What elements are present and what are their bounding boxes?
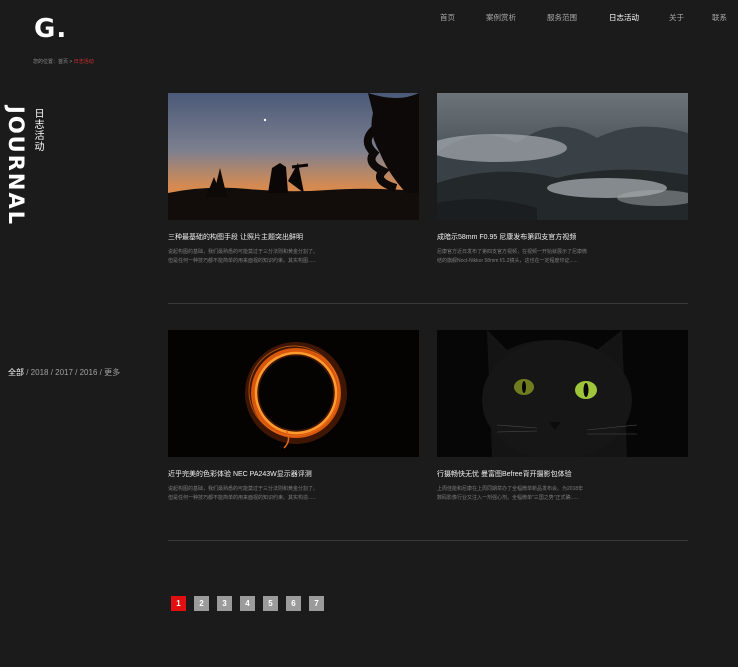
article-title[interactable]: 成暗示58mm F0.95 尼康发布第四支官方视频 <box>437 232 688 242</box>
page-button-2[interactable]: 2 <box>194 596 209 611</box>
page-button-1[interactable]: 1 <box>171 596 186 611</box>
page-button-4[interactable]: 4 <box>240 596 255 611</box>
light-ring-image <box>168 330 419 457</box>
article-card[interactable]: 近乎完美的色彩体验 NEC PA243W显示器评测 说起构图的基础，我们最熟悉的… <box>168 330 419 503</box>
filter-2016[interactable]: 2016 <box>80 368 98 377</box>
filter-2018[interactable]: 2018 <box>31 368 49 377</box>
filter-all[interactable]: 全部 <box>8 368 24 377</box>
breadcrumb-current: 日志活动 <box>73 59 94 65</box>
page-button-7[interactable]: 7 <box>309 596 324 611</box>
section-title-cn: 日志活动 <box>32 108 43 152</box>
page-button-5[interactable]: 5 <box>263 596 278 611</box>
article-card[interactable]: 行摄畅快无忧 曼富图Befree背开摄影包体验 上周佳能和尼康在上周同期举办了全… <box>437 330 688 503</box>
nav-item-about[interactable]: 关于 <box>669 12 684 23</box>
article-excerpt-line: 说起构图的基础，我们最熟悉的可能莫过于三分法则和黄金分割了。 <box>168 249 319 255</box>
black-cat-image <box>437 330 688 457</box>
breadcrumb-home[interactable]: 首页 <box>58 59 68 65</box>
article-card[interactable]: 三种最基础的构图手段 让照片主题突出鲜明 说起构图的基础，我们最熟悉的可能莫过于… <box>168 93 419 266</box>
article-excerpt-line: 数码影像行业又注入一剂强心剂。全幅微单"三国之势"正式确...... <box>437 495 579 501</box>
article-title[interactable]: 三种最基础的构图手段 让照片主题突出鲜明 <box>168 232 419 242</box>
misty-mountains-image <box>437 93 688 220</box>
article-excerpt-line: 说起构图的基础，我们最熟悉的可能莫过于三分法则和黄金分割了。 <box>168 486 319 492</box>
breadcrumb-prefix: 您的位置： <box>33 59 59 65</box>
article-thumbnail-mountains[interactable] <box>437 93 688 220</box>
breadcrumb: 您的位置：首页 > 日志活动 <box>33 58 94 65</box>
article-title[interactable]: 近乎完美的色彩体验 NEC PA243W显示器评测 <box>168 469 419 479</box>
nav-item-services[interactable]: 服务范围 <box>547 12 577 23</box>
row-divider <box>168 540 688 541</box>
page-button-6[interactable]: 6 <box>286 596 301 611</box>
article-thumbnail-cat[interactable] <box>437 330 688 457</box>
sunset-photographer-image <box>168 93 419 220</box>
nav-item-journal[interactable]: 日志活动 <box>609 12 639 23</box>
article-title[interactable]: 行摄畅快无忧 曼富图Befree背开摄影包体验 <box>437 469 688 479</box>
article-excerpt: 尼康官方近日发布了第四支官方视频，在视频一开始就展示了尼康微 结的旗舰Noct-… <box>437 248 627 266</box>
nav-item-home[interactable]: 首页 <box>440 12 455 23</box>
nav-item-contact[interactable]: 联系 <box>712 12 727 23</box>
filter-2017[interactable]: 2017 <box>55 368 73 377</box>
article-excerpt-line: 但是任何一种技巧都不能简单的用来面视的知识约束。其实构图...... <box>168 258 317 264</box>
year-filter: 全部 / 2018 / 2017 / 2016 / 更多 <box>8 367 120 378</box>
filter-separator: / <box>24 368 31 377</box>
article-thumbnail-sunset[interactable] <box>168 93 419 220</box>
page-button-3[interactable]: 3 <box>217 596 232 611</box>
article-excerpt: 上周佳能和尼康在上周同期举办了全幅微单新品发布会。为2018年 数码影像行业又注… <box>437 485 627 503</box>
article-excerpt: 说起构图的基础，我们最熟悉的可能莫过于三分法则和黄金分割了。 但是任何一种技巧都… <box>168 248 358 266</box>
article-card[interactable]: 成暗示58mm F0.95 尼康发布第四支官方视频 尼康官方近日发布了第四支官方… <box>437 93 688 266</box>
article-excerpt-line: 结的旗舰Noct-Nikkor 58mm f/1.2镜头，这也在一定程度印证..… <box>437 258 578 264</box>
article-excerpt-line: 尼康官方近日发布了第四支官方视频，在视频一开始就展示了尼康微 <box>437 249 588 255</box>
row-divider <box>168 303 688 304</box>
filter-more[interactable]: 更多 <box>104 368 120 377</box>
article-thumbnail-light-ring[interactable] <box>168 330 419 457</box>
filter-separator: / <box>72 368 80 377</box>
nav-item-cases[interactable]: 案例赏析 <box>486 12 516 23</box>
section-title-en: JOURNAL <box>4 106 28 227</box>
article-excerpt-line: 但是任何一种技巧都不能简单的用来面视的知识约束。其实构造...... <box>168 495 317 501</box>
article-excerpt-line: 上周佳能和尼康在上周同期举办了全幅微单新品发布会。为2018年 <box>437 486 584 492</box>
main-nav: 首页 案例赏析 服务范围 日志活动 关于 联系 <box>0 12 738 22</box>
article-excerpt: 说起构图的基础，我们最熟悉的可能莫过于三分法则和黄金分割了。 但是任何一种技巧都… <box>168 485 358 503</box>
